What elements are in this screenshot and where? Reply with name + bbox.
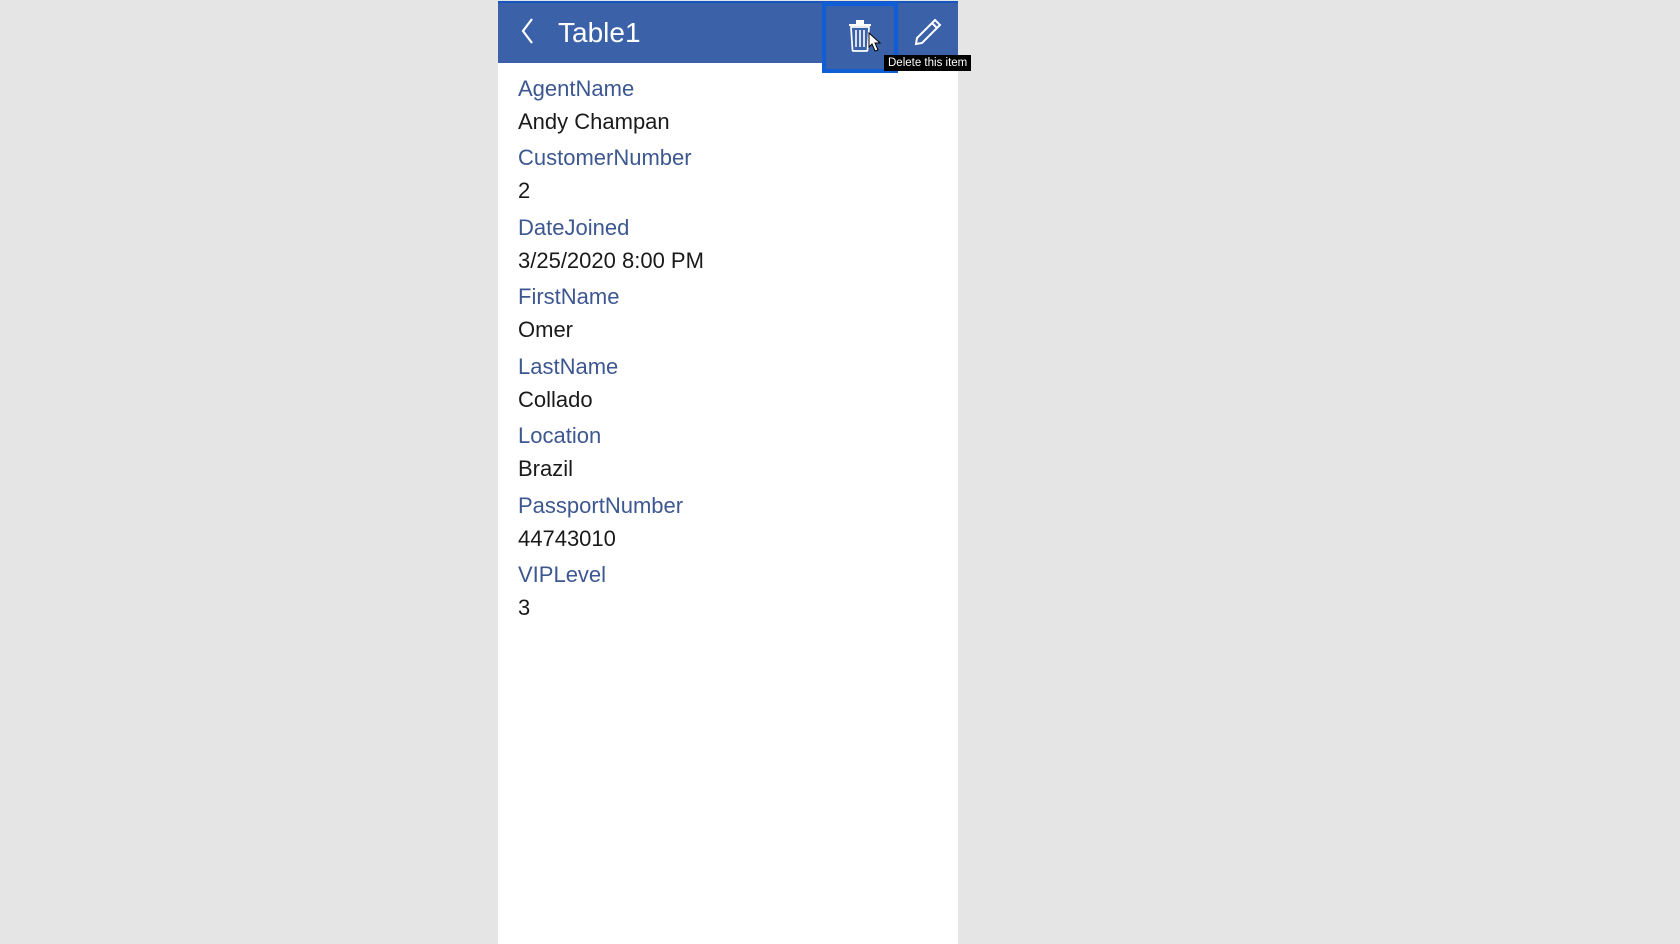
field-passportnumber: PassportNumber 44743010 xyxy=(518,492,938,554)
field-label: VIPLevel xyxy=(518,561,938,590)
trash-icon xyxy=(845,18,875,57)
pencil-icon xyxy=(913,17,943,52)
field-datejoined: DateJoined 3/25/2020 8:00 PM xyxy=(518,214,938,276)
field-customernumber: CustomerNumber 2 xyxy=(518,144,938,206)
page-title: Table1 xyxy=(558,17,641,49)
tooltip-delete: Delete this item xyxy=(884,55,971,71)
field-label: Location xyxy=(518,422,938,451)
field-value: Brazil xyxy=(518,453,938,485)
field-viplevel: VIPLevel 3 xyxy=(518,561,938,623)
field-location: Location Brazil xyxy=(518,422,938,484)
field-value: 2 xyxy=(518,175,938,207)
field-agentname: AgentName Andy Champan xyxy=(518,75,938,137)
field-firstname: FirstName Omer xyxy=(518,283,938,345)
app-frame: Table1 xyxy=(498,1,958,944)
chevron-left-icon xyxy=(519,17,537,50)
field-label: CustomerNumber xyxy=(518,144,938,173)
field-value: 3 xyxy=(518,592,938,624)
field-value: Omer xyxy=(518,314,938,346)
field-lastname: LastName Collado xyxy=(518,353,938,415)
field-value: Andy Champan xyxy=(518,106,938,138)
record-detail: AgentName Andy Champan CustomerNumber 2 … xyxy=(498,63,958,651)
field-value: 44743010 xyxy=(518,523,938,555)
field-label: AgentName xyxy=(518,75,938,104)
field-value: Collado xyxy=(518,384,938,416)
field-label: DateJoined xyxy=(518,214,938,243)
field-label: FirstName xyxy=(518,283,938,312)
back-button[interactable] xyxy=(498,3,558,63)
field-label: LastName xyxy=(518,353,938,382)
field-label: PassportNumber xyxy=(518,492,938,521)
app-header: Table1 xyxy=(498,3,958,63)
field-value: 3/25/2020 8:00 PM xyxy=(518,245,938,277)
